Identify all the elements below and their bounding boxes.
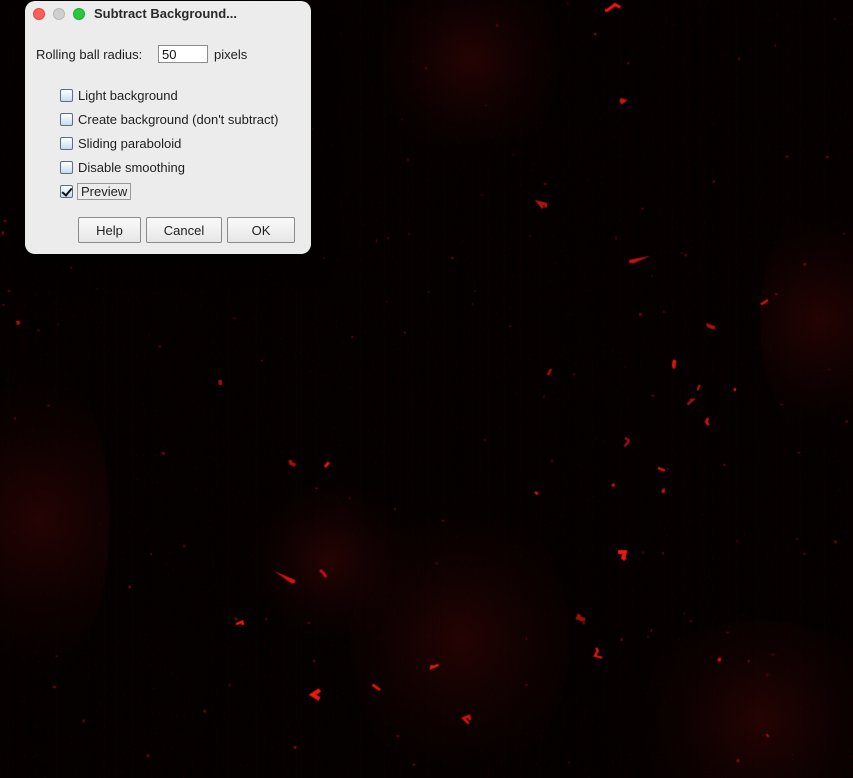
subtract-background-dialog: Subtract Background... Rolling ball radi…: [25, 1, 311, 254]
disable-smoothing-label: Disable smoothing: [78, 159, 185, 175]
disable-smoothing-option[interactable]: Disable smoothing: [60, 158, 188, 176]
sliding-paraboloid-checkbox[interactable]: [60, 136, 73, 150]
dialog-title: Subtract Background...: [94, 6, 238, 21]
dialog-titlebar[interactable]: Subtract Background...: [25, 1, 311, 27]
minimize-window-button: [53, 8, 65, 20]
preview-label: Preview: [77, 182, 132, 200]
create-background-checkbox[interactable]: [60, 112, 73, 126]
cancel-button[interactable]: Cancel: [146, 217, 222, 243]
ok-button[interactable]: OK: [227, 217, 295, 243]
preview-option[interactable]: Preview: [60, 182, 132, 200]
disable-smoothing-checkbox[interactable]: [60, 160, 73, 174]
preview-checkbox[interactable]: [60, 184, 73, 198]
create-background-option[interactable]: Create background (don't subtract): [60, 110, 281, 128]
sliding-paraboloid-option[interactable]: Sliding paraboloid: [60, 134, 184, 152]
zoom-window-button[interactable]: [73, 8, 85, 20]
light-background-option[interactable]: Light background: [60, 86, 181, 104]
light-background-checkbox[interactable]: [60, 88, 73, 102]
create-background-label: Create background (don't subtract): [78, 111, 279, 127]
sliding-paraboloid-label: Sliding paraboloid: [78, 135, 182, 151]
help-button[interactable]: Help: [78, 217, 141, 243]
rolling-ball-radius-input[interactable]: [158, 45, 208, 63]
light-background-label: Light background: [78, 87, 178, 103]
rolling-ball-radius-label: Rolling ball radius:: [36, 47, 143, 62]
close-window-button[interactable]: [33, 8, 45, 20]
radius-unit-label: pixels: [214, 47, 248, 62]
